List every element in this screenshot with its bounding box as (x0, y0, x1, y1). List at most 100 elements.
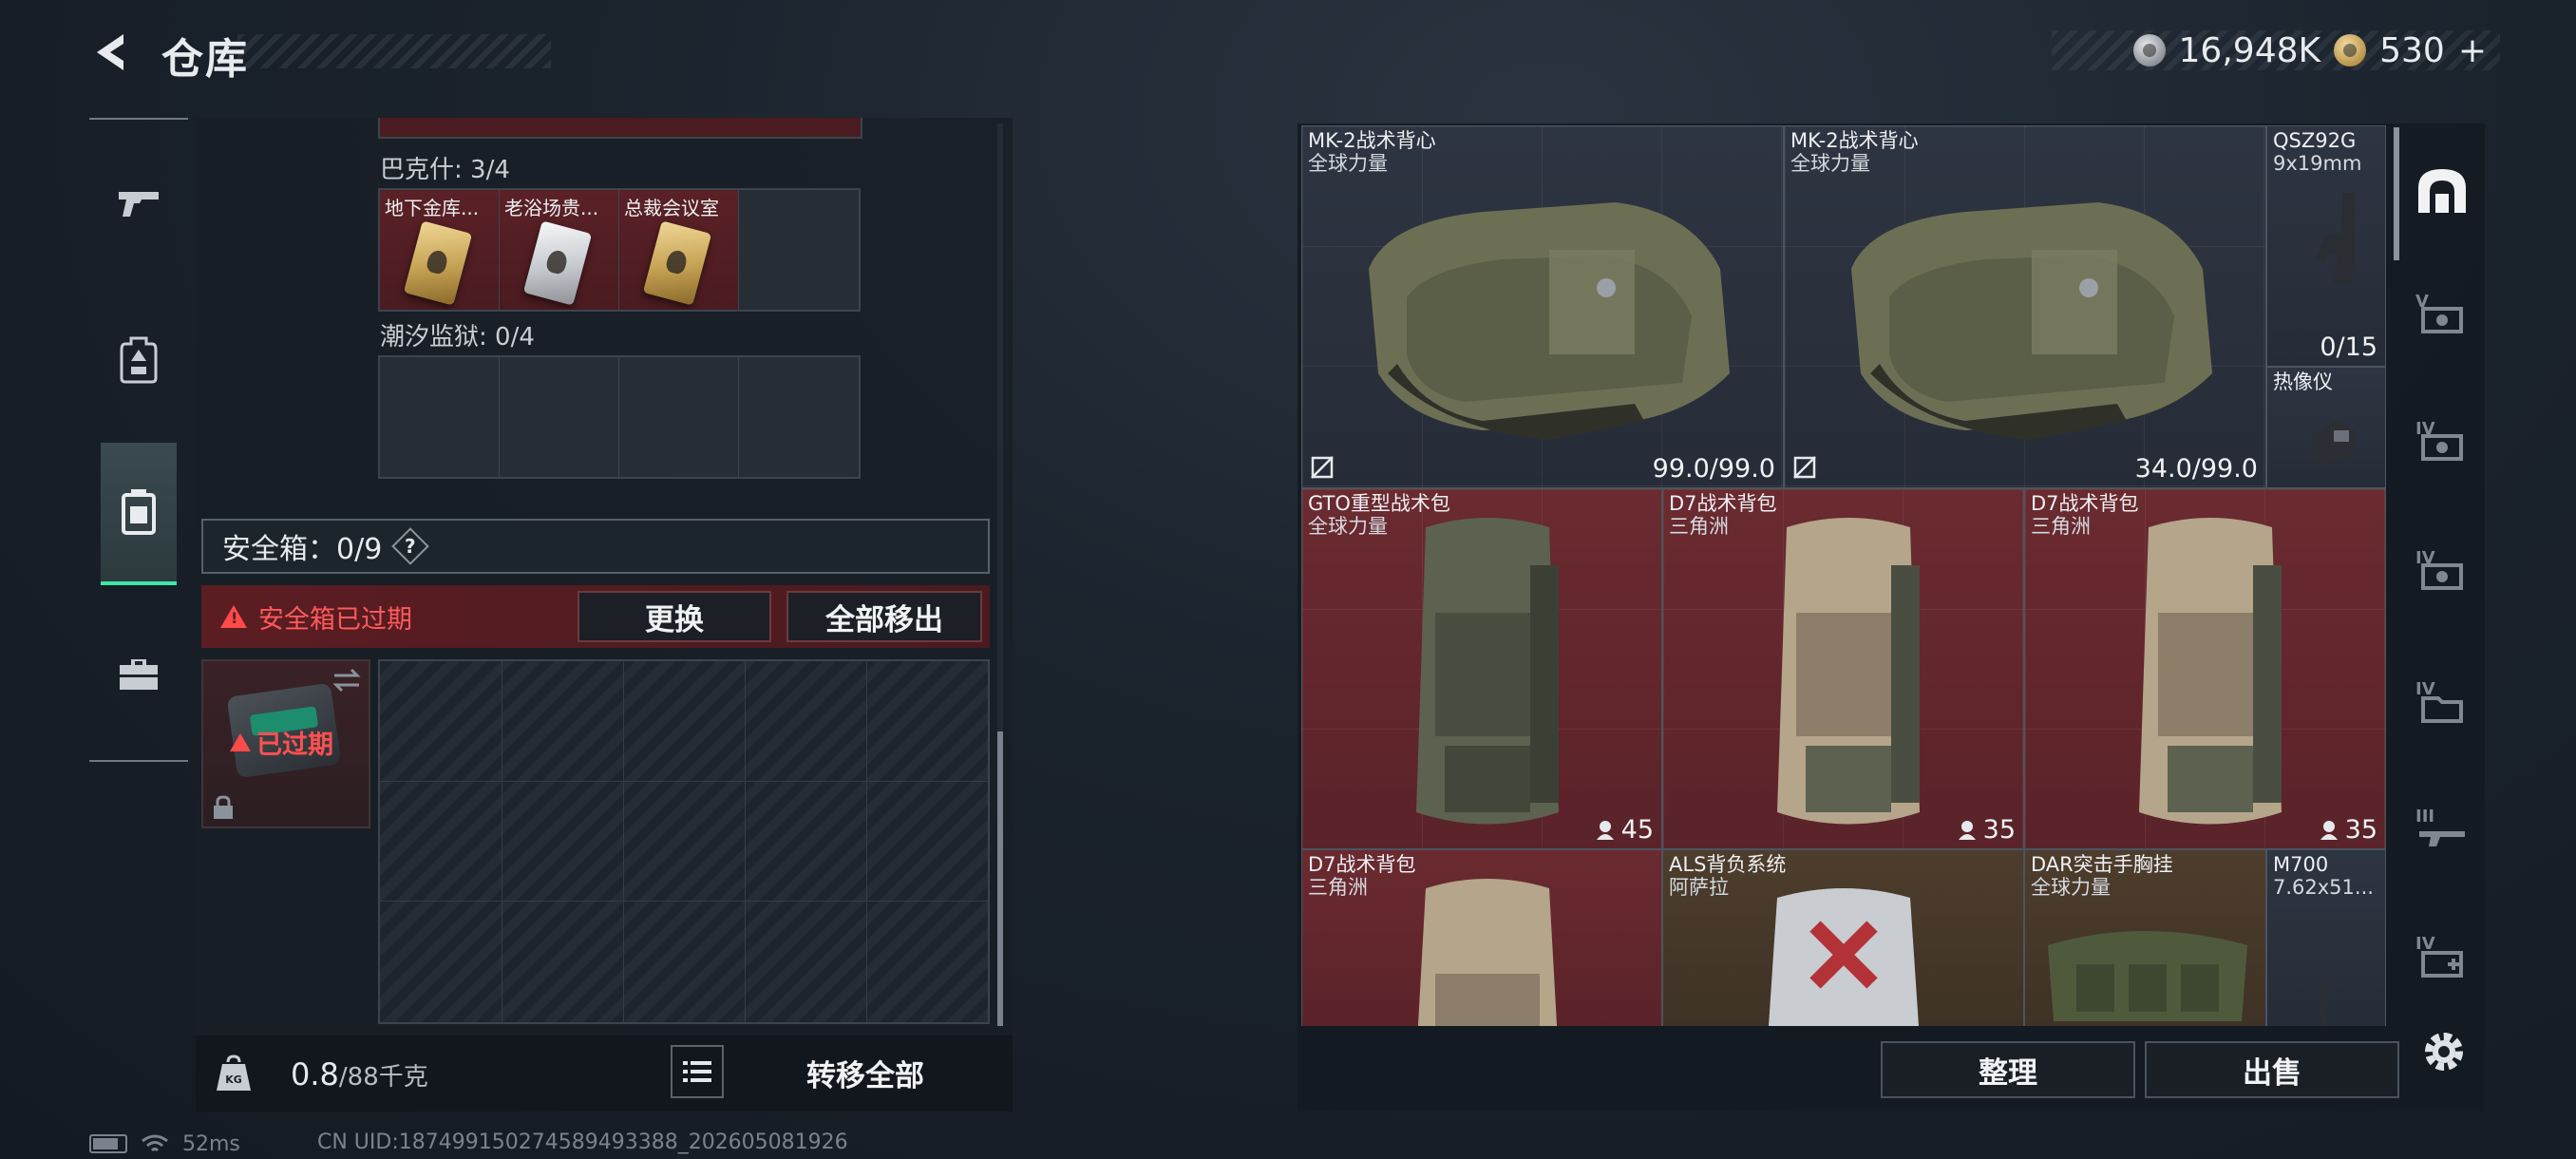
inventory-item[interactable]: GTO重型战术包 全球力量 45 (1301, 488, 1662, 849)
pistol-icon (119, 192, 159, 217)
silver-keycard-icon (522, 220, 593, 306)
right-scrollbar-thumb[interactable] (2394, 127, 2399, 260)
storage-tab-4b[interactable]: IV (2409, 538, 2475, 604)
item-durability: 99.0/99.0 (1652, 454, 1775, 484)
empty-keycard-slot[interactable] (739, 190, 859, 310)
sidebar-item-toolbox[interactable] (99, 635, 179, 714)
sort-button[interactable]: 整理 (1881, 1041, 2135, 1098)
inventory-item[interactable]: ALS背负系统 阿萨拉 (1662, 849, 2024, 1026)
title-decoration (237, 34, 551, 68)
svg-text:IV: IV (2415, 934, 2435, 954)
empty-keycard-slot[interactable] (739, 357, 859, 477)
warning-icon (230, 733, 251, 751)
item-name: QSZ92G (2273, 129, 2357, 152)
remove-all-button[interactable]: 全部移出 (786, 591, 982, 642)
expired-warning-text: 安全箱已过期 (258, 604, 412, 635)
sidebar-item-backpack[interactable] (99, 319, 179, 399)
keycard-slot[interactable]: 老浴场贵... (500, 190, 619, 310)
item-name: M700 (2273, 853, 2329, 876)
svg-text:IV: IV (2415, 679, 2435, 699)
sidebar-divider (89, 760, 188, 762)
item-origin: 三角洲 (2031, 515, 2091, 538)
keycard-name: 地下金库... (385, 197, 480, 219)
uid-text: CN UID:1874991502745894933​88_2026050819… (317, 1130, 848, 1154)
list-view-button[interactable] (671, 1045, 724, 1098)
keycard-slot[interactable]: 地下金库... (380, 190, 500, 310)
back-button[interactable] (87, 28, 135, 76)
sell-button[interactable]: 出售 (2145, 1041, 2399, 1098)
capacity-icon (2320, 820, 2338, 840)
keycard-slot[interactable]: 总裁会议室 (619, 190, 739, 310)
settings-gear-icon[interactable] (2418, 1026, 2470, 1077)
rifle-tab-icon: III (2415, 807, 2465, 846)
help-icon[interactable]: ? (391, 527, 430, 565)
sidebar-item-weapons[interactable] (99, 163, 179, 243)
heavy-backpack-image (1416, 518, 1559, 825)
warehouse-icon (2418, 169, 2466, 213)
briefcase-icon (120, 659, 158, 690)
no-trade-icon (1793, 456, 1816, 479)
no-trade-icon (1311, 456, 1334, 479)
add-currency-button[interactable]: + (2458, 31, 2487, 70)
inventory-item[interactable]: D7战术背包 三角洲 35 (2024, 488, 2386, 849)
currency-bar: 16,948K 530 + (2052, 30, 2500, 70)
left-scrollbar-thumb[interactable] (997, 732, 1003, 1026)
item-capacity: 35 (2319, 815, 2377, 845)
transfer-all-button[interactable]: 转移全部 (731, 1041, 999, 1104)
inventory-item[interactable]: D7战术背包 三角洲 (1301, 849, 1662, 1026)
capacity-icon (1596, 820, 1614, 840)
backpack-image (2139, 518, 2282, 825)
inventory-item[interactable]: QSZ92G 9x19mm 0/15 (2266, 125, 2386, 367)
storage-tab-icon: IV (2415, 548, 2463, 590)
storage-tab-medical[interactable]: IV (2409, 923, 2475, 990)
item-name: DAR突击手胸挂 (2031, 853, 2173, 876)
swap-icon[interactable] (331, 667, 363, 694)
clipped-slot-row (378, 118, 862, 139)
wifi-icon (142, 1134, 168, 1152)
list-icon (683, 1061, 711, 1082)
section-label-tidal-prison: 潮汐监狱: 0/4 (380, 323, 535, 352)
keycard-slot-grid: 地下金库... 老浴场贵... 总裁会议室 (378, 188, 861, 312)
inventory-grid[interactable]: MK-2战术背心 全球力量 99.0/99.0 MK-2战术背心 全球力量 34… (1301, 125, 2386, 1026)
item-name: GTO重型战术包 (1308, 492, 1450, 515)
empty-keycard-slot[interactable] (500, 357, 619, 477)
item-origin: 全球力量 (1308, 515, 1388, 538)
inventory-item[interactable]: MK-2战术背心 全球力量 99.0/99.0 (1301, 125, 1784, 488)
folder-tab-icon: IV (2415, 679, 2463, 723)
inventory-item[interactable]: DAR突击手胸挂 全球力量 (2024, 849, 2266, 1026)
carrier-system-image (1769, 888, 1919, 1026)
inventory-item[interactable]: D7战术背包 三角洲 35 (1662, 488, 2024, 849)
keycard-name: 老浴场贵... (504, 197, 599, 219)
weight-icon: KG (217, 1054, 251, 1091)
item-origin: 三角洲 (1308, 876, 1368, 899)
inventory-item[interactable]: M700 7.62x51... (2266, 849, 2386, 1026)
storage-tab-main[interactable] (2409, 158, 2475, 224)
tactical-vest-image (1851, 202, 2212, 440)
item-name: MK-2战术背心 (1308, 129, 1436, 152)
gold-currency-value: 530 (2379, 30, 2445, 70)
silver-currency-value: 16,948K (2178, 30, 2321, 70)
storage-tab-3[interactable]: III (2409, 796, 2475, 863)
storage-tab-icon: IV (2415, 419, 2463, 461)
svg-text:KG: KG (225, 1074, 242, 1086)
tactical-vest-image (1369, 202, 1730, 440)
safebox-grid[interactable] (378, 659, 990, 1024)
item-name: 热像仪 (2273, 370, 2333, 393)
page-title: 仓库 (161, 35, 249, 84)
inventory-item[interactable]: MK-2战术背心 全球力量 34.0/99.0 (1784, 125, 2266, 488)
replace-button[interactable]: 更换 (578, 591, 771, 642)
inventory-item[interactable]: 热像仪 (2266, 367, 2386, 488)
storage-tab-5[interactable]: V (2409, 281, 2475, 348)
warning-icon (220, 605, 247, 628)
item-name: D7战术背包 (1308, 853, 1416, 876)
status-bar: 52ms (89, 1130, 240, 1157)
carry-weight: 0.8/88千克 (291, 1056, 428, 1092)
ping-text: 52ms (182, 1131, 240, 1156)
sidebar-item-safebox[interactable] (101, 443, 177, 585)
empty-keycard-slot[interactable] (619, 357, 739, 477)
storage-tab-4c[interactable]: IV (2409, 669, 2475, 735)
empty-keycard-slot[interactable] (380, 357, 500, 477)
item-origin: 9x19mm (2273, 152, 2362, 175)
storage-tab-4a[interactable]: IV (2409, 408, 2475, 475)
item-origin: 全球力量 (1308, 152, 1388, 175)
